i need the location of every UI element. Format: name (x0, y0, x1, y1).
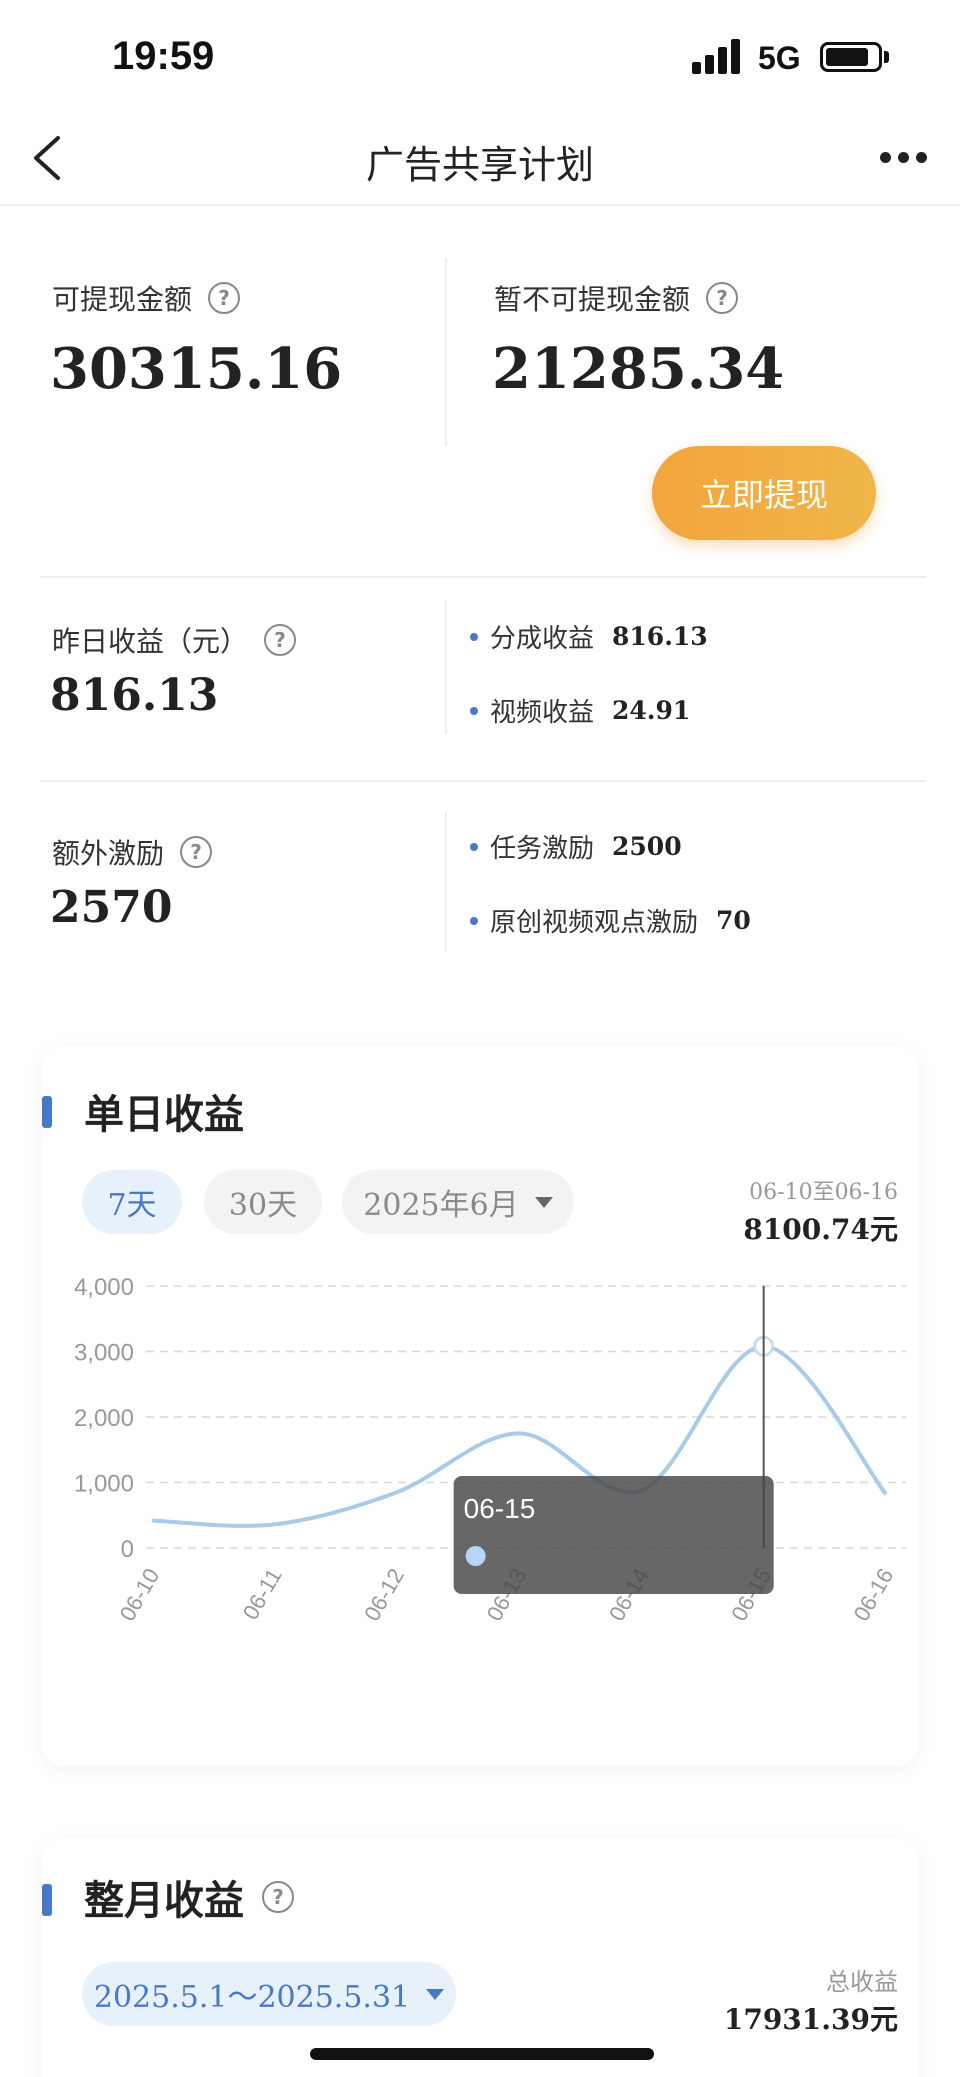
extra-label-text: 额外激励 (52, 837, 165, 870)
help-icon[interactable]: ? (262, 1881, 294, 1913)
status-bar: 19:59 5G (0, 0, 960, 110)
caret-down-icon (534, 1196, 553, 1208)
x-tick-label: 06-11 (238, 1564, 287, 1624)
bullet-dot (470, 706, 478, 715)
monthly-header: 整月收益 ? (84, 1868, 294, 1926)
y-tick-label: 1,000 (74, 1471, 134, 1498)
range-total: 8100.74元 (743, 1213, 898, 1246)
network-type: 5G (758, 40, 801, 76)
item-value: 816.13 (612, 622, 708, 651)
withdraw-button[interactable]: 立即提现 (652, 446, 876, 540)
daily-title: 单日收益 (84, 1092, 244, 1138)
total-earnings-label: 总收益 (826, 1968, 898, 1996)
date-range: 06-10至06-16 (749, 1180, 898, 1205)
caret-down-icon (426, 1988, 445, 2000)
daily-earnings-chart[interactable]: 0 1,000 2,000 3,000 4,000 06-10 06-11 06-12 06-1… (42, 1262, 918, 1762)
help-icon[interactable]: ? (180, 836, 213, 868)
monthly-title: 整月收益 (84, 1878, 244, 1924)
section-marker (42, 1884, 52, 1916)
filter-30-days[interactable]: 30天 (204, 1170, 322, 1234)
daily-earnings-card: 单日收益 7天 30天 2025年6月 06-10至06-16 8100.74元… (42, 1046, 918, 1766)
list-item: 原创视频观点激励 70 (470, 902, 751, 939)
yesterday-value: 816.13 (50, 670, 219, 721)
y-tick-label: 4,000 (74, 1274, 134, 1301)
yesterday-label: 昨日收益（元） ? (52, 620, 297, 660)
home-indicator (310, 2048, 654, 2060)
item-value: 70 (716, 906, 751, 935)
help-icon[interactable]: ? (264, 624, 297, 656)
pending-value: 21285.34 (492, 336, 785, 402)
divider (40, 576, 926, 578)
list-item: 视频收益 24.91 (470, 692, 690, 729)
bullet-dot (470, 632, 478, 641)
section-marker (42, 1096, 52, 1128)
divider (445, 600, 447, 734)
signal-icon (692, 38, 742, 74)
month-select[interactable]: 2025年6月 (342, 1170, 574, 1234)
item-label: 分成收益 (490, 624, 595, 654)
help-icon[interactable]: ? (208, 282, 241, 314)
item-label: 任务激励 (490, 834, 595, 864)
battery-icon (820, 42, 882, 72)
item-value: 24.91 (612, 696, 691, 725)
month-select-value: 2025年6月 (363, 1188, 519, 1223)
divider (445, 812, 447, 952)
battery-tip (884, 51, 889, 63)
bullet-dot (470, 842, 478, 851)
list-item: 分成收益 816.13 (470, 618, 708, 655)
page-title: 广告共享计划 (365, 143, 594, 187)
x-tick-label: 06-10 (115, 1564, 165, 1625)
extra-label: 额外激励 ? (52, 832, 213, 872)
total-earnings-value: 17931.39元 (723, 2003, 898, 2036)
pending-label: 暂不可提现金额 ? (494, 278, 739, 318)
status-time: 19:59 (112, 34, 215, 78)
item-value: 2500 (612, 832, 682, 861)
monthly-earnings-card: 整月收益 ? 2025.5.1～2025.5.31 总收益 17931.39元 (42, 1838, 918, 2077)
withdrawable-value: 30315.16 (50, 336, 343, 402)
more-icon[interactable] (870, 146, 930, 170)
extra-value: 2570 (50, 882, 173, 933)
withdrawable-label-text: 可提现金额 (52, 283, 193, 316)
divider (40, 780, 926, 782)
item-label: 视频收益 (490, 698, 595, 728)
bullet-dot (470, 916, 478, 925)
x-tick-label: 06-16 (849, 1564, 899, 1625)
yesterday-label-text: 昨日收益（元） (52, 625, 249, 658)
help-icon[interactable]: ? (706, 282, 739, 314)
y-tick-label: 0 (121, 1536, 134, 1563)
pending-label-text: 暂不可提现金额 (494, 283, 691, 316)
withdrawable-label: 可提现金额 ? (52, 278, 241, 318)
item-label: 原创视频观点激励 (490, 908, 699, 938)
filter-7-days[interactable]: 7天 (82, 1170, 182, 1234)
x-tick-label: 06-12 (359, 1564, 409, 1625)
divider (445, 258, 447, 446)
tooltip-date: 06-15 (464, 1493, 536, 1524)
y-tick-label: 2,000 (74, 1405, 134, 1432)
list-item: 任务激励 2500 (470, 828, 682, 865)
month-range-value: 2025.5.1～2025.5.31 (93, 1980, 411, 2015)
nav-bar: 广告共享计划 (0, 110, 960, 206)
y-tick-label: 3,000 (74, 1340, 134, 1367)
tooltip-series-dot (465, 1546, 486, 1566)
month-range-select[interactable]: 2025.5.1～2025.5.31 (82, 1962, 456, 2026)
